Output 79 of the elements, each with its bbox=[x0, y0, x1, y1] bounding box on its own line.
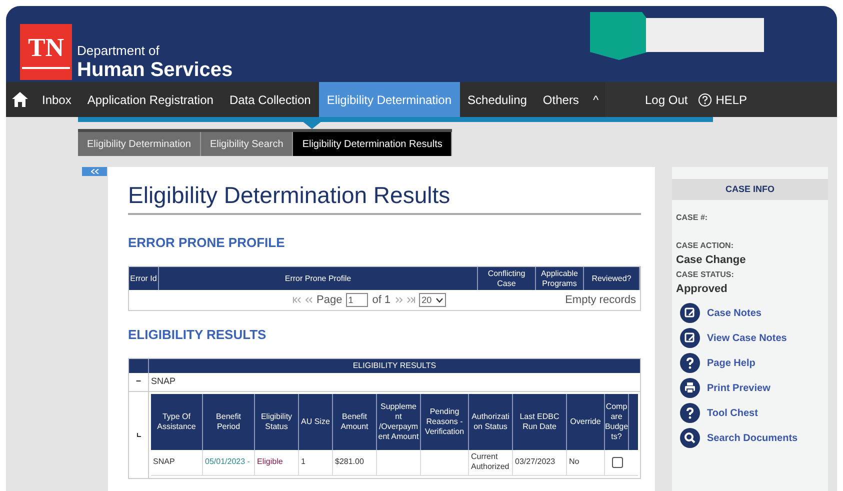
compare-checkbox[interactable] bbox=[612, 456, 622, 468]
ribbon-shape bbox=[590, 12, 648, 60]
nav-tab[interactable]: Inbox bbox=[34, 82, 80, 117]
sidebar-link[interactable]: Page Help bbox=[707, 356, 756, 370]
note-icon bbox=[680, 303, 700, 323]
column-header: Error Id bbox=[129, 267, 159, 290]
group-label: SNAP bbox=[150, 375, 176, 388]
question-icon bbox=[680, 353, 700, 373]
column-header: Eligibility Status bbox=[255, 394, 299, 450]
section-heading: ELIGIBILITY RESULTS bbox=[128, 326, 268, 344]
sidebar-link[interactable]: Print Preview bbox=[707, 380, 770, 396]
table-cell: No bbox=[567, 450, 605, 475]
field-value: Approved bbox=[676, 282, 728, 296]
nav-tab[interactable]: Data Collection bbox=[221, 82, 319, 117]
sub-tab[interactable]: Eligibility Determination bbox=[78, 132, 201, 156]
column-header: Pending Reasons - Verification bbox=[421, 394, 469, 450]
next-page-icon[interactable] bbox=[394, 297, 403, 304]
question-icon bbox=[680, 403, 700, 423]
logout-link[interactable]: Log Out bbox=[645, 90, 688, 108]
page-size-select[interactable]: 20 bbox=[418, 293, 446, 308]
table-cell: SNAP bbox=[151, 450, 203, 475]
column-header: Override bbox=[567, 394, 605, 450]
column-header: Authorizati on Status bbox=[469, 394, 513, 450]
caret-icon bbox=[436, 298, 443, 303]
nav-tab[interactable]: Scheduling bbox=[460, 82, 535, 117]
table-cell: Eligible bbox=[255, 450, 299, 475]
empty-records-text: Empty records bbox=[565, 293, 636, 308]
table-cell: Current Authorized bbox=[469, 450, 513, 475]
prev-page-icon[interactable] bbox=[304, 297, 312, 304]
field-label: CASE #: bbox=[676, 212, 709, 224]
sub-tab[interactable]: Eligibility Search bbox=[200, 132, 294, 156]
column-header: Benefit Amount bbox=[333, 394, 377, 450]
org-name-line: Department of bbox=[77, 44, 160, 57]
page-count: of 1 bbox=[372, 293, 391, 308]
field-label: CASE STATUS: bbox=[676, 268, 735, 280]
more-toggle[interactable]: ^ bbox=[586, 82, 605, 117]
section-heading: ERROR PRONE PROFILE bbox=[128, 234, 286, 252]
table-cell: 03/27/2023 bbox=[513, 450, 567, 475]
column-header: Suppleme nt /Overpaym ent Amount bbox=[377, 394, 421, 450]
table-cell[interactable]: 05/01/2023 - bbox=[203, 450, 255, 475]
nav-tab[interactable]: Others bbox=[534, 82, 587, 117]
column-header: Last EDBC Run Date bbox=[513, 394, 567, 450]
search-icon bbox=[680, 428, 700, 448]
sidebar-link[interactable]: Case Notes bbox=[707, 306, 762, 320]
note-icon bbox=[680, 328, 700, 348]
column-header: Benefit Period bbox=[203, 394, 255, 450]
question-icon bbox=[698, 92, 712, 106]
page-field[interactable]: 1 bbox=[346, 293, 368, 308]
sidebar-link[interactable]: Tool Chest bbox=[707, 406, 758, 420]
help-link[interactable]: HELP bbox=[698, 90, 748, 108]
sub-tab[interactable]: Eligibility Determination Results bbox=[293, 132, 452, 156]
collapse-toggle[interactable]: − bbox=[129, 372, 149, 391]
collapse-button[interactable] bbox=[82, 167, 107, 176]
panel-title: CASE INFO bbox=[672, 179, 828, 200]
home-icon[interactable] bbox=[12, 92, 28, 107]
nav-tab[interactable]: Application Registration bbox=[79, 82, 222, 117]
field-label: CASE ACTION: bbox=[676, 240, 734, 252]
corner-icon bbox=[136, 432, 140, 437]
first-page-icon[interactable] bbox=[292, 297, 300, 304]
table-cell: 1 bbox=[299, 450, 333, 475]
logo-text: TN bbox=[28, 35, 64, 61]
column-header: Error Prone Profile bbox=[159, 267, 478, 290]
column-header: Conflicting Case bbox=[478, 267, 536, 290]
column-header: Reviewed? bbox=[584, 267, 640, 290]
column-header: Comp are Budge ts? bbox=[605, 394, 629, 450]
table-cell: $281.00 bbox=[333, 450, 377, 475]
double-chevron-icon bbox=[90, 169, 98, 174]
column-header: Type Of Assistance bbox=[151, 394, 203, 450]
printer-icon bbox=[680, 378, 700, 398]
table-title: ELIGIBILITY RESULTS bbox=[352, 360, 438, 372]
sidebar-link[interactable]: View Case Notes bbox=[707, 330, 787, 346]
column-header: AU Size bbox=[299, 394, 333, 450]
last-page-icon[interactable] bbox=[406, 297, 415, 304]
field-value: Case Change bbox=[676, 253, 747, 268]
page-title: Eligibility Determination Results bbox=[128, 181, 641, 215]
page-label: Page bbox=[316, 293, 342, 308]
org-name: Human Services bbox=[77, 60, 233, 80]
column-header: Applicable Programs bbox=[536, 267, 584, 290]
sidebar-link[interactable]: Search Documents bbox=[707, 430, 798, 446]
